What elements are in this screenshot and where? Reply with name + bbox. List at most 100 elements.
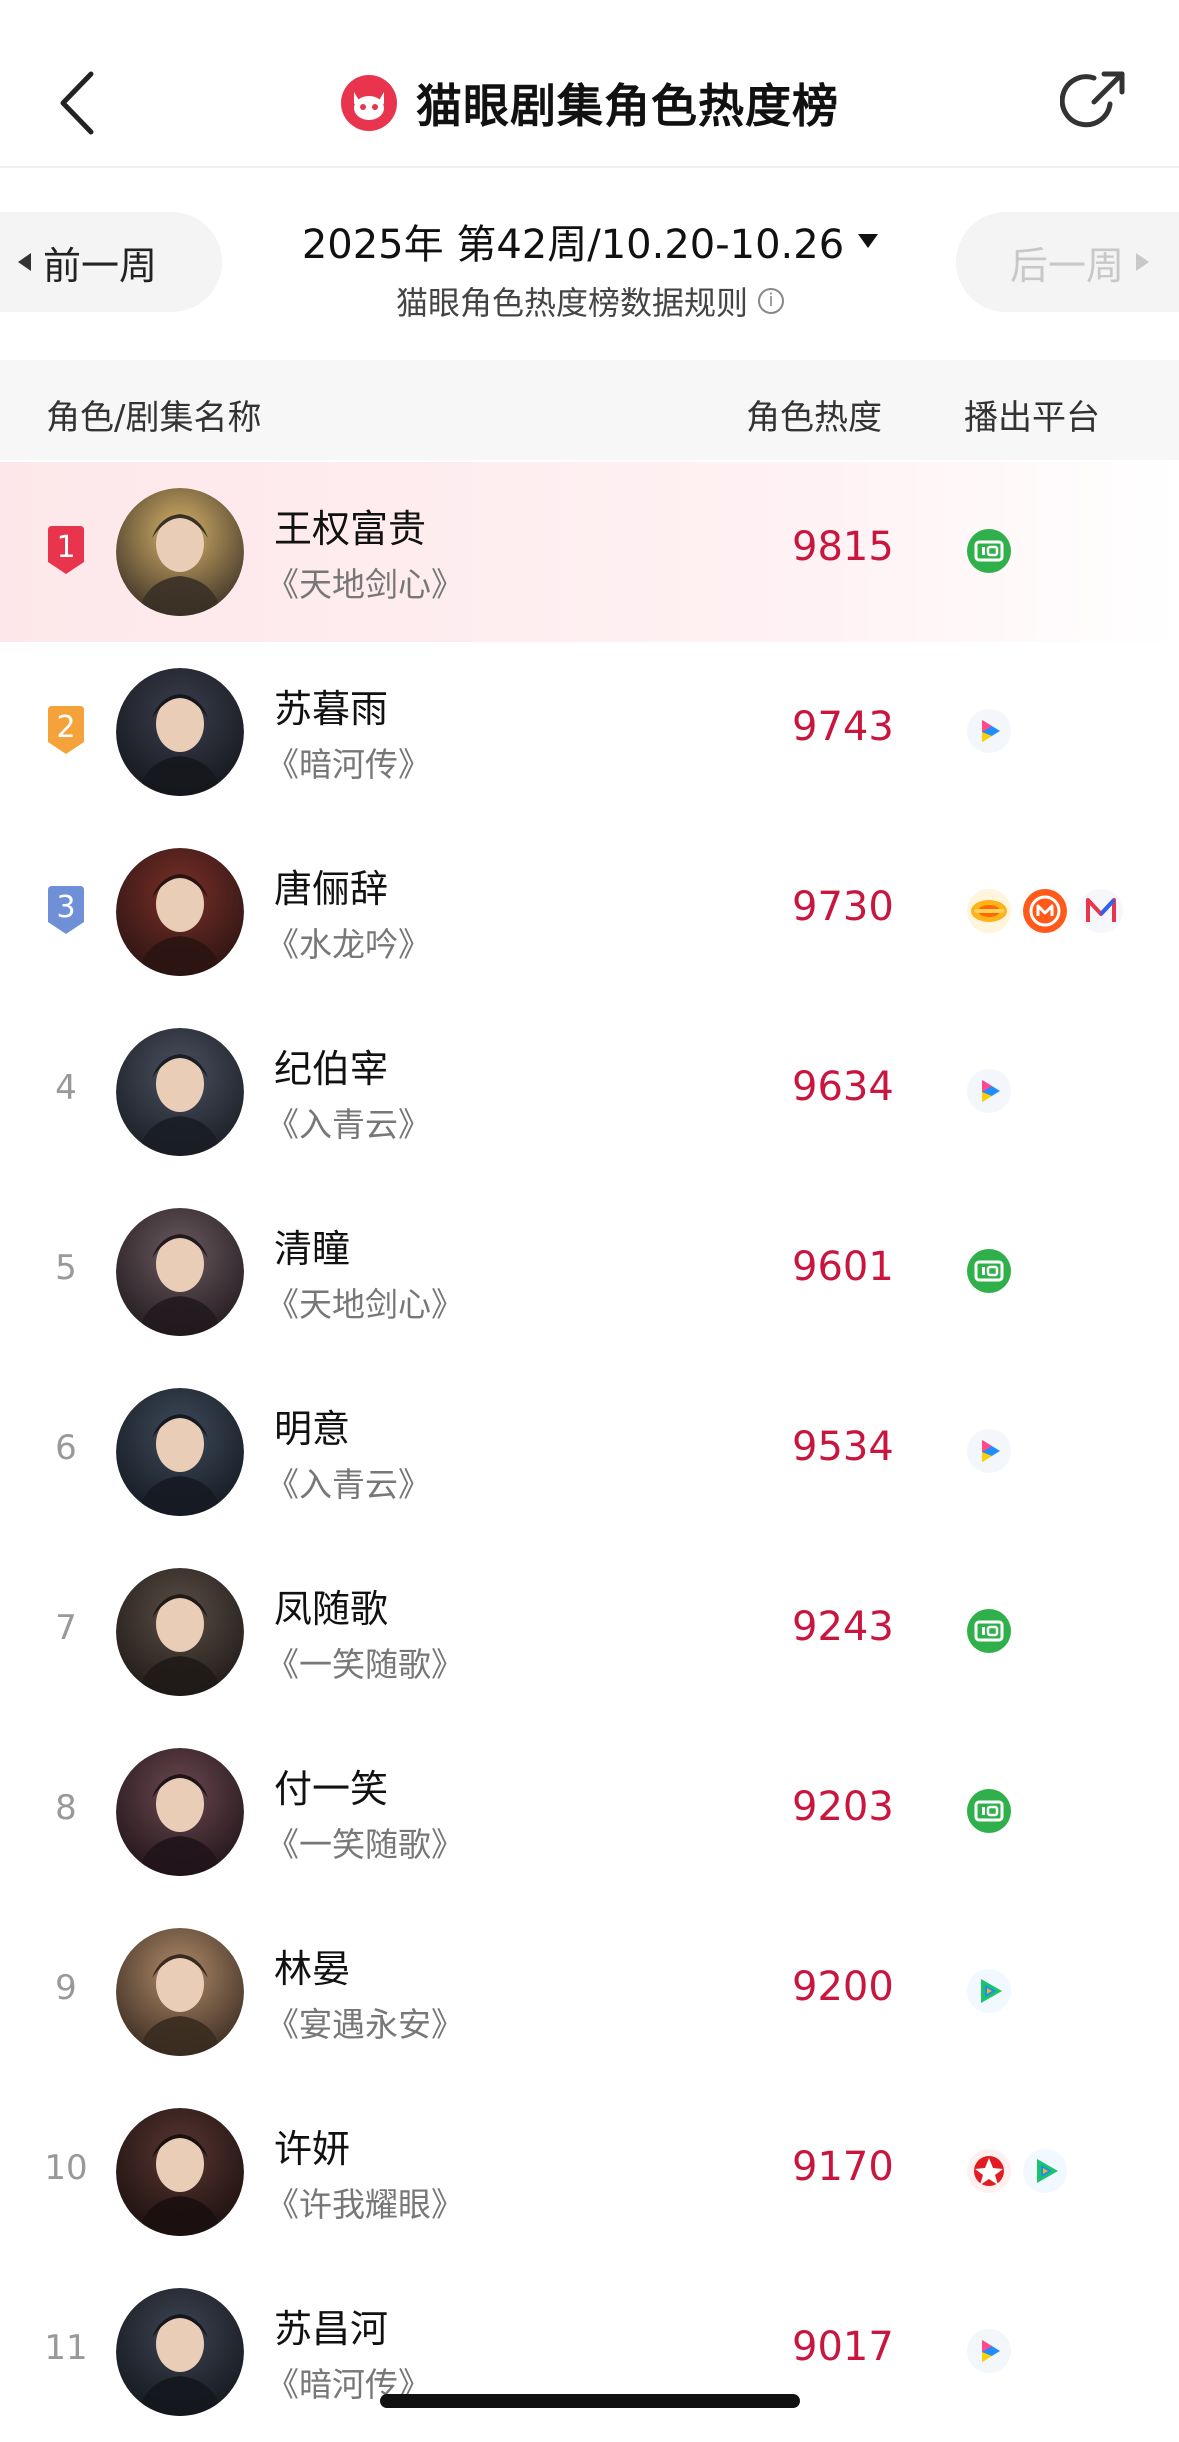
ranking-row[interactable]: 7 凤随歌《一笑随歌》 9243 bbox=[0, 1542, 1179, 1722]
tencent-video-platform-icon bbox=[967, 1969, 1011, 2013]
week-selector[interactable]: 2025年 第42周/10.20-10.26 猫眼角色热度榜数据规则 i bbox=[300, 212, 880, 324]
drama-title: 《入青云》 bbox=[266, 1105, 431, 1144]
character-avatar[interactable] bbox=[116, 1208, 244, 1336]
character-avatar[interactable] bbox=[116, 1568, 244, 1696]
prev-week-label: 前一周 bbox=[43, 243, 158, 288]
ranking-row[interactable]: 8 付一笑《一笑随歌》 9203 bbox=[0, 1722, 1179, 1902]
migu-platform-icon bbox=[1079, 889, 1123, 933]
rank-number: 10 bbox=[44, 2148, 88, 2188]
platform-list bbox=[966, 528, 1012, 574]
rank-number: 1 bbox=[56, 530, 76, 565]
drama-title: 《天地剑心》 bbox=[266, 565, 464, 604]
ranking-row[interactable]: 10 许妍《许我耀眼》 9170 bbox=[0, 2082, 1179, 2262]
platform-list bbox=[966, 1428, 1012, 1474]
heat-score: 9017 bbox=[792, 2324, 894, 2370]
platform-list bbox=[966, 1968, 1012, 2014]
drama-title: 《入青云》 bbox=[266, 1465, 431, 1504]
drama-title: 《一笑随歌》 bbox=[266, 1645, 464, 1684]
rank-number: 11 bbox=[44, 2328, 88, 2368]
heat-score: 9730 bbox=[792, 884, 894, 930]
rank-number: 8 bbox=[55, 1788, 77, 1828]
rules-link[interactable]: 猫眼角色热度榜数据规则 i bbox=[300, 278, 880, 324]
ranking-row[interactable]: 2 苏暮雨 《暗河传》 9743 bbox=[0, 642, 1179, 822]
character-name: 王权富贵 bbox=[274, 507, 427, 551]
prev-week-button[interactable]: 前一周 bbox=[0, 212, 222, 312]
heat-score: 9534 bbox=[792, 1424, 894, 1470]
tencent-video-platform-icon bbox=[1023, 2149, 1067, 2193]
ranking-row[interactable]: 1 王权富贵《天地剑心》 9815 bbox=[0, 462, 1179, 642]
drama-title: 《许我耀眼》 bbox=[266, 2185, 464, 2224]
drama-title: 《暗河传》 bbox=[266, 745, 431, 784]
table-header: 角色/剧集名称 角色热度 播出平台 bbox=[0, 360, 1179, 460]
ranking-row[interactable]: 6 明意 《入青云》 9534 bbox=[0, 1362, 1179, 1542]
ranking-row[interactable]: 5 清瞳 《天地剑心》 9601 bbox=[0, 1182, 1179, 1362]
platform-list bbox=[966, 1248, 1012, 1294]
column-header-platform: 播出平台 bbox=[964, 398, 1100, 438]
character-name: 唐俪辞 bbox=[274, 867, 389, 911]
caret-down-icon bbox=[858, 234, 879, 248]
heat-score: 9743 bbox=[792, 704, 894, 750]
page-title-group: 猫眼剧集角色热度榜 bbox=[0, 68, 1179, 138]
rank-number: 3 bbox=[56, 890, 76, 925]
character-name: 凤随歌 bbox=[274, 1587, 389, 1631]
top-bar: 猫眼剧集角色热度榜 bbox=[0, 0, 1179, 168]
rank-number: 2 bbox=[56, 710, 76, 745]
ranking-row[interactable]: 11 苏昌河 《暗河传》 9017 bbox=[0, 2262, 1179, 2442]
drama-title: 《宴遇永安》 bbox=[266, 2005, 464, 2044]
character-name: 明意 bbox=[274, 1407, 351, 1451]
platform-list bbox=[966, 1068, 1012, 1114]
character-avatar[interactable] bbox=[116, 668, 244, 796]
character-avatar[interactable] bbox=[116, 848, 244, 976]
platform-list bbox=[966, 1788, 1012, 1834]
character-name: 清瞳 bbox=[274, 1227, 351, 1271]
iqiyi-platform-icon bbox=[967, 1609, 1011, 1653]
character-name: 苏昌河 bbox=[274, 2307, 389, 2351]
youku-platform-icon bbox=[967, 2329, 1011, 2373]
character-avatar[interactable] bbox=[116, 1388, 244, 1516]
cctv-platform-icon bbox=[967, 2149, 1011, 2193]
drama-title: 《天地剑心》 bbox=[266, 1285, 464, 1324]
triangle-right-icon bbox=[1136, 253, 1150, 271]
rank-number: 7 bbox=[55, 1608, 77, 1648]
maoyan-logo-icon bbox=[341, 75, 397, 131]
week-text: 2025年 第42周/10.20-10.26 bbox=[301, 222, 845, 268]
platform-list bbox=[966, 1608, 1012, 1654]
heat-score: 9243 bbox=[792, 1604, 894, 1650]
character-name: 付一笑 bbox=[274, 1767, 389, 1811]
youku-platform-icon bbox=[967, 709, 1011, 753]
character-name: 许妍 bbox=[274, 2127, 351, 2171]
home-indicator bbox=[380, 2394, 800, 2408]
character-avatar[interactable] bbox=[116, 488, 244, 616]
drama-title: 《一笑随歌》 bbox=[266, 1825, 464, 1864]
rank-number: 9 bbox=[55, 1968, 77, 2008]
character-avatar[interactable] bbox=[116, 1028, 244, 1156]
next-week-button[interactable]: 后一周 bbox=[956, 212, 1179, 312]
ranking-list: 1 王权富贵 《天地剑心》 9815 2 苏暮雨 《暗河传》 9743 3 唐俪辞 《水龙吟》 973… bbox=[0, 462, 1179, 2442]
rules-text: 猫眼角色热度榜数据规则 bbox=[395, 284, 748, 322]
character-name: 纪伯宰 bbox=[274, 1047, 389, 1091]
character-avatar[interactable] bbox=[116, 2108, 244, 2236]
iqiyi-platform-icon bbox=[967, 1789, 1011, 1833]
ranking-row[interactable]: 3 唐俪辞《水龙吟》 9730 bbox=[0, 822, 1179, 1002]
ranking-row[interactable]: 9 林晏 《宴遇永安》 9200 bbox=[0, 1902, 1179, 2082]
character-avatar[interactable] bbox=[116, 1928, 244, 2056]
character-avatar[interactable] bbox=[116, 2288, 244, 2416]
drama-title: 《水龙吟》 bbox=[266, 925, 431, 964]
heat-score: 9200 bbox=[792, 1964, 894, 2010]
page-title: 猫眼剧集角色热度榜 bbox=[416, 79, 839, 133]
ranking-row[interactable]: 4 纪伯宰 《入青云》 9634 bbox=[0, 1002, 1179, 1182]
platform-list bbox=[966, 708, 1012, 754]
platform-list bbox=[966, 2148, 1068, 2194]
heat-score: 9815 bbox=[792, 524, 894, 570]
platform-list bbox=[966, 2328, 1012, 2374]
heat-score: 9203 bbox=[792, 1784, 894, 1830]
info-icon: i bbox=[758, 288, 784, 314]
character-avatar[interactable] bbox=[116, 1748, 244, 1876]
triangle-left-icon bbox=[18, 253, 31, 271]
heat-score: 9170 bbox=[792, 2144, 894, 2190]
share-icon[interactable] bbox=[1060, 66, 1130, 136]
youku-platform-icon bbox=[967, 1429, 1011, 1473]
iqiyi-platform-icon bbox=[967, 529, 1011, 573]
heat-score: 9601 bbox=[792, 1244, 894, 1290]
rank-number: 4 bbox=[55, 1068, 77, 1108]
